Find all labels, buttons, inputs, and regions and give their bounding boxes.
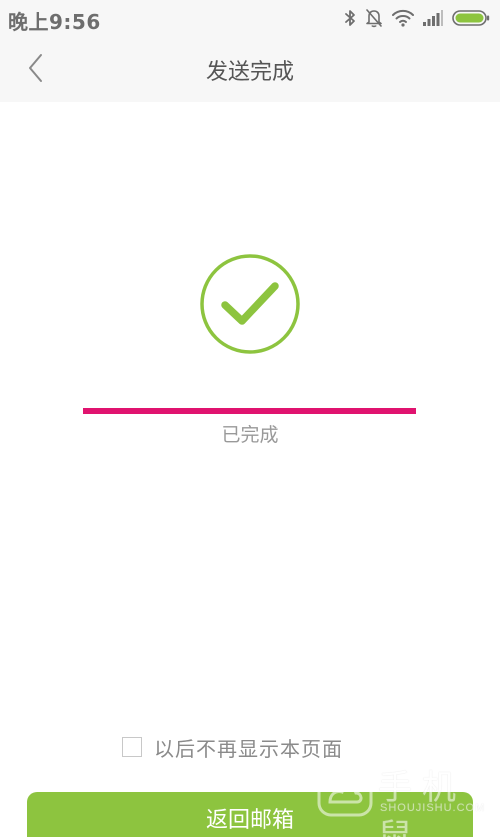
check-circle-icon <box>199 253 301 355</box>
wifi-icon <box>392 9 414 27</box>
nav-bar: 发送完成 <box>0 36 500 102</box>
notifications-muted-icon <box>365 8 383 28</box>
status-bar: 晚上9:56 <box>0 0 500 36</box>
status-time: 晚上9:56 <box>8 10 101 34</box>
dont-show-again-label: 以后不再显示本页面 <box>154 736 343 761</box>
page-title: 发送完成 <box>205 60 294 85</box>
send-complete-screen: 晚上9:56 发送完成 已完成 以后不再显示本页面 返回邮箱 手机鼠 SHOUJ… <box>0 0 500 837</box>
send-progress-fill <box>83 408 416 414</box>
dont-show-again-option[interactable]: 以后不再显示本页面 <box>122 733 343 761</box>
cellular-signal-icon <box>423 10 443 26</box>
bluetooth-icon <box>344 9 356 27</box>
dont-show-again-checkbox[interactable] <box>122 737 142 757</box>
status-icons <box>344 7 490 29</box>
send-progress-bar <box>83 408 416 414</box>
battery-icon <box>452 9 490 27</box>
progress-status-label: 已完成 <box>221 424 279 446</box>
return-to-mailbox-button[interactable]: 返回邮箱 <box>27 792 473 837</box>
